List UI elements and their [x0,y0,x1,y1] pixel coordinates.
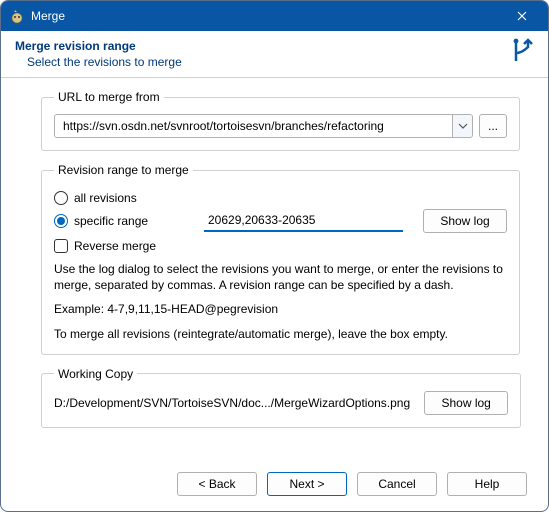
working-copy-group: Working Copy D:/Development/SVN/Tortoise… [41,367,521,428]
show-log-revisions-button[interactable]: Show log [423,209,507,233]
wizard-header: Merge revision range Select the revision… [1,31,548,78]
revision-legend: Revision range to merge [54,163,193,177]
reverse-merge-label: Reverse merge [74,239,156,253]
reverse-merge-checkbox[interactable]: Reverse merge [54,239,156,253]
all-revisions-radio[interactable]: all revisions [54,191,204,205]
url-combobox[interactable] [54,114,473,138]
window-title: Merge [31,9,502,23]
example-text: Example: 4-7,9,11,15-HEAD@pegrevision [54,301,507,317]
help-button[interactable]: Help [447,472,527,496]
revision-range-input[interactable] [204,210,403,232]
header-subtitle: Select the revisions to merge [27,55,534,69]
radio-icon [54,191,68,205]
url-legend: URL to merge from [54,90,164,104]
cancel-button[interactable]: Cancel [357,472,437,496]
all-revisions-label: all revisions [74,191,137,205]
browse-url-button[interactable]: ... [479,114,507,138]
help-text-1: Use the log dialog to select the revisio… [54,261,507,293]
show-log-wc-button[interactable]: Show log [424,391,508,415]
checkbox-icon [54,239,68,253]
radio-icon [54,214,68,228]
working-copy-path: D:/Development/SVN/TortoiseSVN/doc.../Me… [54,396,410,410]
url-group: URL to merge from ... [41,90,520,151]
next-button[interactable]: Next > [267,472,347,496]
url-input[interactable] [55,115,452,137]
app-icon [9,8,25,24]
wc-legend: Working Copy [54,367,137,381]
close-button[interactable] [502,2,542,30]
merge-branch-icon [510,37,538,65]
back-button[interactable]: < Back [177,472,257,496]
specific-range-radio[interactable]: specific range [54,214,204,228]
chevron-down-icon[interactable] [452,115,472,137]
header-title: Merge revision range [15,39,534,53]
revision-range-group: Revision range to merge all revisions sp… [41,163,520,355]
wizard-buttons: < Back Next > Cancel Help [177,472,527,496]
specific-range-label: specific range [74,214,148,228]
titlebar: Merge [1,1,548,31]
help-text-2: To merge all revisions (reintegrate/auto… [54,326,507,342]
